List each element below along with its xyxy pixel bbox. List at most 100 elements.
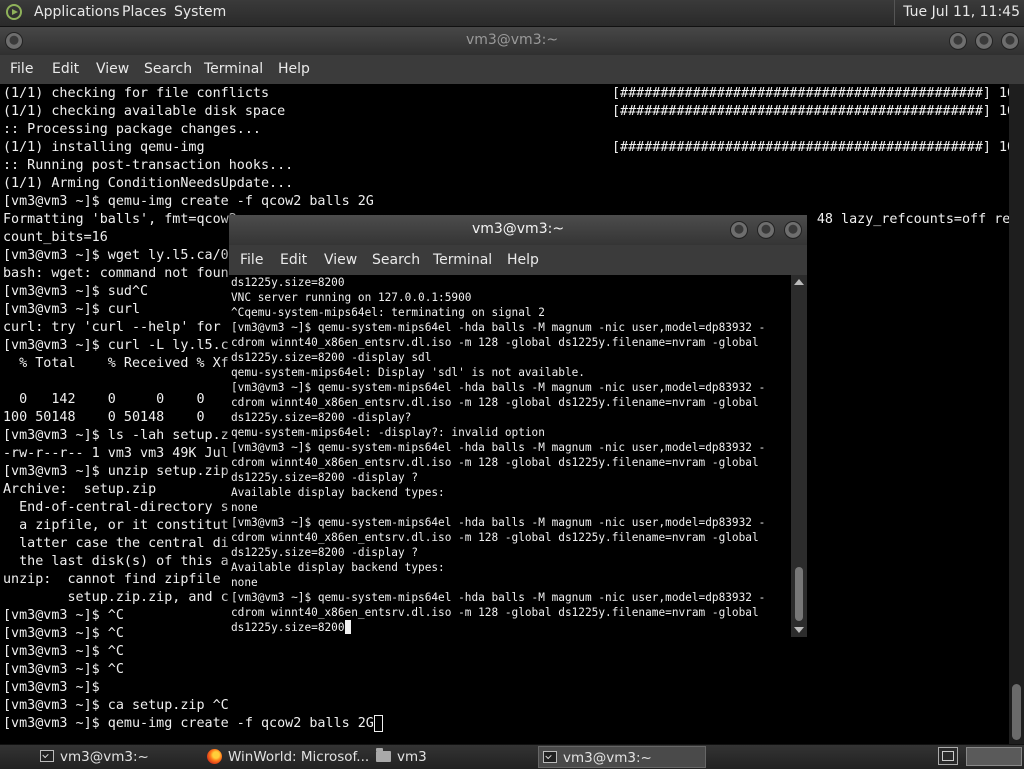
terminal-line: % Total % Received % Xf bbox=[3, 356, 229, 371]
maximize-button[interactable] bbox=[975, 32, 993, 50]
menu-edit[interactable]: Edit bbox=[280, 245, 307, 275]
terminal-line: the last disk(s) of this a bbox=[3, 554, 229, 569]
menu-terminal[interactable]: Terminal bbox=[433, 245, 492, 275]
close-button[interactable] bbox=[1001, 32, 1019, 50]
terminal-line-text: cdrom winnt40_x86en_entsrv.dl.iso -m 128… bbox=[231, 336, 759, 349]
terminal-line: (1/1) installing qemu-img bbox=[3, 140, 205, 155]
terminal-line: [vm3@vm3 ~]$ qemu-img create -f qcow2 ba… bbox=[3, 716, 374, 731]
front-terminal-window: vm3@vm3:~ File Edit View Search Terminal… bbox=[229, 215, 807, 637]
terminal-line: 100 50148 0 50148 0 bbox=[3, 410, 205, 425]
system-menu[interactable]: System bbox=[174, 0, 226, 26]
terminal-cursor bbox=[344, 620, 351, 634]
taskbar-item-label: vm3@vm3:~ bbox=[60, 749, 149, 765]
terminal-line: latter case the central di bbox=[3, 536, 229, 551]
terminal-line: count_bits=16 bbox=[3, 230, 108, 245]
terminal-line: cdrom winnt40_x86en_entsrv.dl.iso -m 128… bbox=[231, 605, 759, 620]
terminal-line: [vm3@vm3 ~]$ ^C bbox=[3, 644, 124, 659]
scroll-up-arrow-icon[interactable] bbox=[794, 279, 804, 285]
terminal-line-text: cdrom winnt40_x86en_entsrv.dl.iso -m 128… bbox=[231, 396, 759, 409]
terminal-line: (1/1) checking for file conflicts bbox=[3, 86, 270, 101]
terminal-line: 0 142 0 0 0 bbox=[3, 392, 205, 407]
taskbar-item-label: vm3 bbox=[397, 749, 427, 765]
terminal-line-text: qemu-system-mips64el: -display?: invalid… bbox=[231, 426, 545, 439]
scrollbar-thumb[interactable] bbox=[795, 567, 803, 621]
terminal-line: (1/1) checking available disk space bbox=[3, 104, 286, 119]
terminal-line: a zipfile, or it constitut bbox=[3, 518, 229, 533]
terminal-line: [vm3@vm3 ~]$ ^C bbox=[3, 662, 124, 677]
progress-bar-text: [#######################################… bbox=[612, 140, 1009, 155]
menu-search[interactable]: Search bbox=[372, 245, 420, 275]
close-button[interactable] bbox=[784, 221, 802, 239]
terminal-line-text: ds1225y.size=8200 -display ? bbox=[231, 471, 419, 484]
menu-file[interactable]: File bbox=[240, 245, 263, 275]
menu-help[interactable]: Help bbox=[507, 245, 539, 275]
front-window-titlebar[interactable]: vm3@vm3:~ bbox=[229, 215, 807, 245]
places-menu[interactable]: Places bbox=[122, 0, 167, 26]
menu-search[interactable]: Search bbox=[144, 55, 192, 84]
maximize-button[interactable] bbox=[757, 221, 775, 239]
back-terminal-scrollbar[interactable] bbox=[1009, 84, 1024, 744]
terminal-line-text: qemu-system-mips64el: Display 'sdl' is n… bbox=[231, 366, 585, 379]
taskbar-item-terminal-active[interactable]: vm3@vm3:~ bbox=[538, 746, 706, 768]
terminal-line-text: ^Cqemu-system-mips64el: terminating on s… bbox=[231, 306, 545, 319]
terminal-line: (1/1) Arming ConditionNeedsUpdate... bbox=[3, 176, 294, 191]
terminal-line: bash: wget: command not found bbox=[3, 266, 237, 281]
terminal-line: [vm3@vm3 ~]$ qemu-img create -f qcow2 ba… bbox=[3, 194, 374, 209]
terminal-line: Archive: setup.zip bbox=[3, 482, 157, 497]
terminal-line: [vm3@vm3 ~]$ bbox=[3, 680, 100, 695]
show-desktop-icon[interactable] bbox=[938, 747, 958, 765]
terminal-line: cdrom winnt40_x86en_entsrv.dl.iso -m 128… bbox=[231, 335, 759, 350]
progress-bar-text: [#######################################… bbox=[612, 86, 1009, 101]
menu-edit[interactable]: Edit bbox=[52, 55, 79, 84]
menu-file[interactable]: File bbox=[10, 55, 33, 84]
clock[interactable]: Tue Jul 11, 11:45 bbox=[894, 0, 1020, 25]
back-window-titlebar[interactable]: vm3@vm3:~ bbox=[0, 27, 1024, 55]
menu-help[interactable]: Help bbox=[278, 55, 310, 84]
front-window-menubar: File Edit View Search Terminal Help bbox=[229, 245, 807, 275]
terminal-line: :: Running post-transaction hooks... bbox=[3, 158, 294, 173]
taskbar-item-terminal[interactable]: vm3@vm3:~ bbox=[36, 746, 196, 768]
terminal-line: ds1225y.size=8200 -display sdl bbox=[231, 350, 431, 365]
terminal-line: [vm3@vm3 ~]$ wget ly.l5.ca/0 bbox=[3, 248, 229, 263]
terminal-line-text: [vm3@vm3 ~]$ qemu-system-mips64el -hda b… bbox=[231, 381, 766, 394]
front-window-title: vm3@vm3:~ bbox=[471, 221, 565, 237]
scroll-down-arrow-icon[interactable] bbox=[794, 627, 804, 633]
terminal-line: [vm3@vm3 ~]$ qemu-system-mips64el -hda b… bbox=[231, 590, 765, 605]
front-terminal-scrollbar[interactable] bbox=[791, 275, 807, 637]
terminal-line: none bbox=[231, 575, 258, 590]
applications-menu[interactable]: Applications bbox=[34, 0, 120, 26]
terminal-line-text: [vm3@vm3 ~]$ qemu-system-mips64el -hda b… bbox=[231, 591, 766, 604]
minimize-button[interactable] bbox=[949, 32, 967, 50]
taskbar-item-folder[interactable]: vm3 bbox=[372, 746, 532, 768]
terminal-line: VNC server running on 127.0.0.1:5900 bbox=[231, 290, 471, 305]
menu-view[interactable]: View bbox=[96, 55, 129, 84]
top-panel: Applications Places System Tue Jul 11, 1… bbox=[0, 0, 1024, 27]
terminal-line: ds1225y.size=8200 -display ? bbox=[231, 470, 418, 485]
terminal-line-text: Available display backend types: bbox=[231, 486, 445, 499]
terminal-line: [vm3@vm3 ~]$ unzip setup.zip bbox=[3, 464, 229, 479]
terminal-line: ds1225y.size=8200 -display? bbox=[231, 410, 411, 425]
menu-terminal[interactable]: Terminal bbox=[204, 55, 263, 84]
minimize-button[interactable] bbox=[730, 221, 748, 239]
terminal-line: curl: try 'curl --help' for m bbox=[3, 320, 237, 335]
folder-icon bbox=[376, 747, 391, 762]
terminal-line-text: cdrom winnt40_x86en_entsrv.dl.iso -m 128… bbox=[231, 606, 759, 619]
terminal-line-text: VNC server running on 127.0.0.1:5900 bbox=[231, 291, 472, 304]
terminal-line: [vm3@vm3 ~]$ qemu-system-mips64el -hda b… bbox=[231, 380, 765, 395]
terminal-line-text: cdrom winnt40_x86en_entsrv.dl.iso -m 128… bbox=[231, 531, 759, 544]
scrollbar-thumb[interactable] bbox=[1012, 684, 1021, 740]
menu-view[interactable]: View bbox=[324, 245, 357, 275]
terminal-line: ds1225y.size=8200 bbox=[231, 620, 351, 635]
taskbar-item-firefox[interactable]: WinWorld: Microsof... bbox=[203, 746, 368, 768]
terminal-line: [vm3@vm3 ~]$ qemu-system-mips64el -hda b… bbox=[231, 440, 765, 455]
workspace-switcher[interactable] bbox=[966, 747, 1022, 766]
terminal-cursor bbox=[373, 715, 383, 732]
terminal-line: qemu-system-mips64el: -display?: invalid… bbox=[231, 425, 545, 440]
terminal-line: unzip: cannot find zipfile d bbox=[3, 572, 237, 587]
terminal-line: ds1225y.size=8200 -display ? bbox=[231, 545, 418, 560]
front-terminal-output[interactable]: ds1225y.size=8200 VNC server running on 1… bbox=[229, 275, 791, 637]
terminal-line: [vm3@vm3 ~]$ ls -lah setup.z bbox=[3, 428, 229, 443]
distro-logo-icon[interactable] bbox=[6, 4, 22, 20]
terminal-line-text: none bbox=[231, 501, 258, 514]
terminal-line: [vm3@vm3 ~]$ curl -L ly.l5.c bbox=[3, 338, 229, 353]
